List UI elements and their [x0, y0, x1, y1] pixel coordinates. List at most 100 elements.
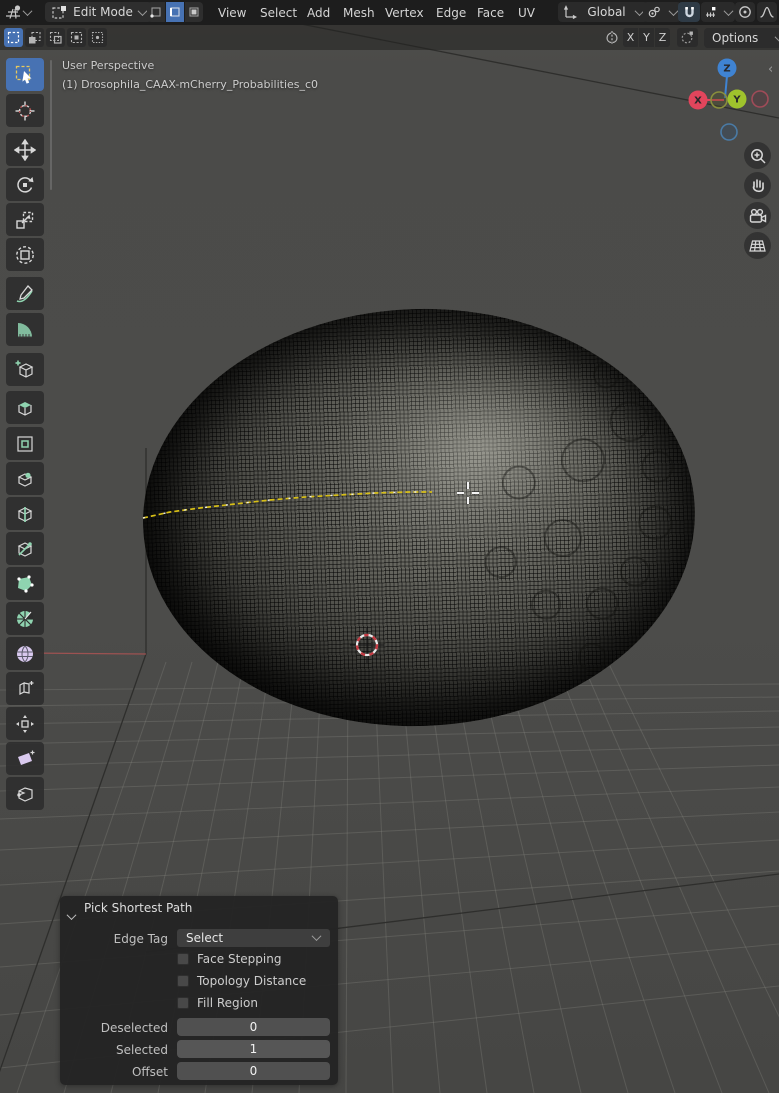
- menu-select[interactable]: Select: [258, 0, 299, 25]
- tool-knife[interactable]: [6, 532, 44, 565]
- symmetry-x-toggle[interactable]: X: [623, 28, 638, 47]
- gizmo-axis-neg-y: [711, 92, 727, 108]
- tool-rotate[interactable]: [6, 168, 44, 201]
- mesh-crater: [593, 362, 620, 389]
- menu-face[interactable]: Face: [475, 0, 506, 25]
- topology-distance-checkbox[interactable]: [177, 975, 189, 987]
- selected-label: Selected: [60, 1043, 168, 1057]
- editor-type-selector[interactable]: [4, 2, 40, 22]
- tool-cursor[interactable]: [6, 94, 44, 127]
- tool-scale[interactable]: [6, 203, 44, 236]
- tool-poly-build[interactable]: [6, 567, 44, 600]
- select-mode-invert[interactable]: [67, 28, 86, 47]
- navigation-gizmo[interactable]: X Z Y: [688, 58, 774, 144]
- select-mode-subtract[interactable]: [46, 28, 65, 47]
- selected-field[interactable]: 1: [177, 1040, 330, 1058]
- tool-shrink-fatten[interactable]: [6, 707, 44, 740]
- proportional-editing-toggle[interactable]: [735, 2, 755, 22]
- active-object-label: (1) Drosophila_CAAX-mCherry_Probabilitie…: [62, 78, 318, 91]
- tool-bevel[interactable]: [6, 462, 44, 495]
- symmetry-z-toggle[interactable]: Z: [655, 28, 670, 47]
- tool-loop-cut[interactable]: [6, 497, 44, 530]
- snap-toggle[interactable]: [678, 2, 700, 22]
- proportional-falloff-dropdown[interactable]: [757, 2, 777, 22]
- tool-transform[interactable]: [6, 238, 44, 271]
- tool-annotate[interactable]: [6, 277, 44, 310]
- region-collapse-icon[interactable]: ‹: [768, 62, 773, 77]
- pan-hand-button[interactable]: [744, 172, 771, 199]
- menu-view[interactable]: View: [216, 0, 248, 25]
- chevron-down-icon: [724, 6, 734, 16]
- fill-region-checkbox[interactable]: [177, 997, 189, 1009]
- face-stepping-checkbox[interactable]: [177, 953, 189, 965]
- topology-distance-label: Topology Distance: [197, 974, 306, 988]
- tool-extrude-region[interactable]: [6, 391, 44, 424]
- vertex-select-button[interactable]: [147, 2, 165, 22]
- operator-panel: Pick Shortest Path Edge Tag Select Face …: [60, 896, 338, 1085]
- tool-shear[interactable]: [6, 742, 44, 775]
- tool-rip-region[interactable]: [6, 777, 44, 810]
- menu-add[interactable]: Add: [305, 0, 332, 25]
- camera-view-button[interactable]: [744, 202, 771, 229]
- select-mode-set[interactable]: [4, 28, 23, 47]
- select-mode-intersect[interactable]: [88, 28, 107, 47]
- offset-field[interactable]: 0: [177, 1062, 330, 1080]
- snap-settings-dropdown[interactable]: [701, 2, 735, 22]
- mode-label: Edit Mode: [73, 5, 133, 19]
- gizmo-axis-neg-x: [752, 91, 768, 107]
- tool-move[interactable]: [6, 133, 44, 166]
- tool-edge-slide[interactable]: [6, 672, 44, 705]
- zoom-button[interactable]: [744, 142, 771, 169]
- edge-select-button[interactable]: [166, 2, 184, 22]
- mesh-crater: [586, 587, 619, 620]
- mesh-crater: [577, 643, 606, 672]
- menu-edge[interactable]: Edge: [434, 0, 468, 25]
- tool-smooth[interactable]: [6, 637, 44, 670]
- symmetry-y-toggle[interactable]: Y: [639, 28, 654, 47]
- mesh-crater: [501, 465, 536, 500]
- edit-mode-icon: [51, 4, 67, 20]
- offset-label: Offset: [60, 1065, 168, 1079]
- tool-spin[interactable]: [6, 602, 44, 635]
- mesh-crater: [531, 589, 562, 620]
- menu-mesh[interactable]: Mesh: [341, 0, 377, 25]
- tool-select-box[interactable]: [6, 58, 44, 91]
- mesh-crater: [484, 546, 517, 579]
- transform-orientation-dropdown[interactable]: Global: [558, 2, 648, 22]
- panel-collapse-chevron[interactable]: [68, 905, 76, 913]
- proportional-projected-toggle[interactable]: [677, 28, 698, 47]
- tool-inset-faces[interactable]: [6, 427, 44, 460]
- mesh-crater: [543, 518, 582, 557]
- falloff-curve-icon: [759, 5, 775, 19]
- tool-measure[interactable]: [6, 313, 44, 346]
- svg-text:X: X: [694, 96, 702, 107]
- pivot-point-icon: [647, 5, 661, 19]
- tool-add-cube[interactable]: [6, 353, 44, 386]
- menu-uv[interactable]: UV: [516, 0, 537, 25]
- symmetry-icon[interactable]: [603, 29, 621, 46]
- mode-selector[interactable]: Edit Mode: [45, 2, 152, 22]
- deselected-field[interactable]: 0: [177, 1018, 330, 1036]
- mesh-crater: [620, 556, 651, 587]
- options-dropdown[interactable]: Options: [704, 28, 779, 48]
- face-stepping-label: Face Stepping: [197, 952, 281, 966]
- edge-tag-label: Edge Tag: [60, 932, 168, 946]
- chevron-down-icon: [138, 6, 148, 16]
- blender-window: User Perspective (1) Drosophila_CAAX-mCh…: [0, 0, 779, 1093]
- toolbar-scrollbar[interactable]: [50, 60, 52, 190]
- pivot-point-dropdown[interactable]: [643, 2, 681, 22]
- magnet-icon: [682, 5, 697, 20]
- gizmo-axis-neg-z: [721, 124, 737, 140]
- orthographic-toggle-button[interactable]: [744, 232, 771, 259]
- select-mode-extend[interactable]: [25, 28, 44, 47]
- svg-text:Z: Z: [723, 64, 730, 75]
- mesh-crater: [641, 450, 674, 483]
- face-select-button[interactable]: [185, 2, 203, 22]
- menu-vertex[interactable]: Vertex: [383, 0, 426, 25]
- edge-tag-dropdown[interactable]: Select: [177, 929, 330, 947]
- top-header: Edit Mode View Select Add Mesh Vertex Ed…: [0, 0, 779, 25]
- mesh-crater: [560, 437, 606, 483]
- panel-title[interactable]: Pick Shortest Path: [84, 901, 192, 915]
- tool-settings-bar: X Y Z Options: [0, 25, 779, 50]
- proportional-editing-icon: [738, 5, 752, 19]
